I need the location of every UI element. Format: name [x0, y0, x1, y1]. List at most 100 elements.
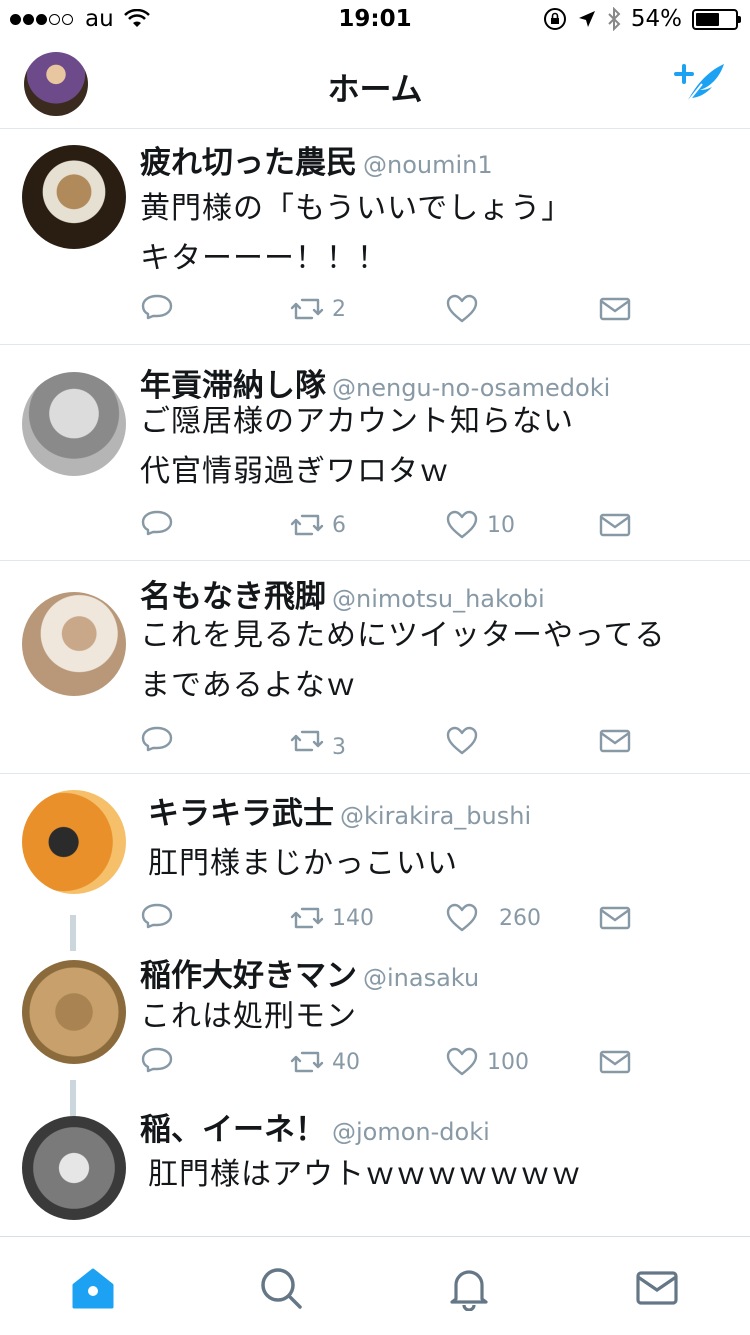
user-name[interactable]: 疲れ切った農民	[140, 145, 357, 181]
user-handle[interactable]: @noumin1	[363, 151, 493, 179]
retweet-icon	[290, 514, 324, 536]
heart-icon	[446, 726, 478, 755]
user-handle[interactable]: @nimotsu_hakobi	[332, 585, 545, 613]
reply-icon	[141, 726, 173, 752]
tweet-text: これは処刑モン	[140, 992, 357, 1042]
battery-icon	[692, 8, 741, 30]
avatar[interactable]	[22, 1116, 126, 1220]
avatar[interactable]	[22, 592, 126, 696]
tweet[interactable]: 疲れ切った農民 @noumin1 黄門様の「もういいでしょう」 キターーー！！！ …	[0, 129, 750, 345]
tweet[interactable]: キラキラ武士 @kirakira_bushi 肛門様まじかっこいい 140 260	[0, 774, 750, 949]
tweet-header: 稲作大好きマン @inasaku	[140, 950, 479, 995]
avatar[interactable]	[22, 790, 126, 894]
reply-button[interactable]	[140, 289, 174, 329]
home-icon[interactable]	[70, 1265, 116, 1311]
tweet-text-line: 肛門様はアウトｗｗｗｗｗｗｗ	[148, 1157, 582, 1192]
tweet[interactable]: 名もなき飛脚 @nimotsu_hakobi これを見るためにツイッターやってる …	[0, 561, 750, 774]
envelope-icon	[599, 1050, 631, 1074]
like-button[interactable]: 100	[445, 1042, 529, 1082]
retweet-count: 3	[332, 734, 346, 760]
user-handle[interactable]: @jomon-doki	[332, 1118, 490, 1146]
messages-icon[interactable]	[634, 1265, 680, 1311]
like-button[interactable]	[445, 289, 487, 329]
page-title: ホーム	[327, 70, 423, 108]
tweet-text-line: これは処刑モン	[140, 999, 357, 1034]
orientation-lock-icon	[543, 8, 566, 30]
tweet-text-line: ご隠居様のアカウント知らない	[140, 404, 574, 439]
tweet-actions: 40 100	[140, 1042, 640, 1082]
direct-message-button[interactable]	[598, 1042, 632, 1082]
tweet[interactable]: 稲作大好きマン @inasaku これは処刑モン 40 100	[0, 950, 750, 1100]
reply-icon	[141, 903, 173, 929]
like-count: 10	[487, 512, 515, 538]
tweet-text: 黄門様の「もういいでしょう」 キターーー！！！	[140, 184, 572, 284]
retweet-count: 2	[332, 296, 346, 322]
heart-icon	[446, 294, 478, 323]
direct-message-button[interactable]	[598, 721, 632, 761]
tweet[interactable]: 稲、イーネ！ @jomon-doki 肛門様はアウトｗｗｗｗｗｗｗ	[0, 1100, 750, 1235]
reply-icon	[141, 1047, 173, 1073]
tweet-text: 肛門様まじかっこいい	[148, 839, 458, 889]
retweet-button[interactable]: 40	[290, 1042, 360, 1082]
tweet-text-line: まであるよなｗ	[140, 668, 357, 703]
user-name[interactable]: 名もなき飛脚	[140, 579, 326, 615]
user-name[interactable]: キラキラ武士	[148, 796, 334, 832]
envelope-icon	[599, 729, 631, 753]
retweet-button[interactable]: 2	[290, 289, 346, 329]
compose-tweet-icon[interactable]	[672, 60, 728, 108]
tweet-text: ご隠居様のアカウント知らない 代官情弱過ぎワロタｗ	[140, 397, 574, 497]
heart-icon	[446, 510, 478, 539]
direct-message-button[interactable]	[598, 289, 632, 329]
tweet-actions: 6 10	[140, 505, 640, 545]
tweet[interactable]: 年貢滞納し隊 @nengu-no-osamedoki ご隠居様のアカウント知らない…	[0, 345, 750, 561]
tweet-header: キラキラ武士 @kirakira_bushi	[148, 788, 531, 833]
user-name[interactable]: 稲、イーネ！	[140, 1112, 326, 1148]
bluetooth-icon	[608, 7, 621, 31]
heart-icon	[446, 1047, 478, 1076]
direct-message-button[interactable]	[598, 505, 632, 545]
avatar[interactable]	[22, 960, 126, 1064]
tweet-text-line: 黄門様の「もういいでしょう」	[140, 191, 573, 226]
avatar[interactable]	[22, 372, 126, 476]
like-button[interactable]	[445, 721, 487, 761]
retweet-button[interactable]: 3	[290, 721, 346, 761]
search-icon[interactable]	[258, 1265, 304, 1311]
reply-button[interactable]	[140, 1042, 174, 1082]
tweet-actions: 3	[140, 721, 640, 761]
direct-message-button[interactable]	[598, 898, 632, 938]
reply-icon	[141, 294, 173, 320]
retweet-button[interactable]: 140	[290, 898, 374, 938]
envelope-icon	[599, 906, 631, 930]
retweet-count: 140	[332, 905, 374, 931]
top-nav-bar: ホーム	[0, 40, 750, 129]
tweet-text-line: 代官情弱過ぎワロタｗ	[140, 454, 450, 489]
avatar[interactable]	[22, 145, 126, 249]
location-icon	[578, 11, 595, 27]
reply-button[interactable]	[140, 898, 174, 938]
retweet-icon	[290, 298, 324, 320]
like-button[interactable]: 260	[445, 898, 541, 938]
retweet-icon	[290, 730, 324, 752]
envelope-icon	[599, 297, 631, 321]
status-bar: au 19:01 54%	[0, 0, 750, 40]
user-handle[interactable]: @kirakira_bushi	[340, 802, 531, 830]
retweet-icon	[290, 907, 324, 929]
like-button[interactable]: 10	[445, 505, 515, 545]
tweet-text: 肛門様はアウトｗｗｗｗｗｗｗ	[148, 1150, 582, 1200]
notifications-icon[interactable]	[446, 1265, 492, 1311]
reply-button[interactable]	[140, 721, 174, 761]
tweet-text: これを見るためにツイッターやってる まであるよなｗ	[140, 611, 666, 711]
tweet-text-line: 肛門様まじかっこいい	[148, 846, 458, 881]
heart-icon	[446, 903, 478, 932]
retweet-icon	[290, 1051, 324, 1073]
reply-button[interactable]	[140, 505, 174, 545]
retweet-button[interactable]: 6	[290, 505, 346, 545]
retweet-count: 6	[332, 512, 346, 538]
like-count: 260	[499, 905, 541, 931]
reply-icon	[141, 510, 173, 536]
bottom-tab-bar	[0, 1236, 750, 1335]
user-handle[interactable]: @inasaku	[363, 964, 479, 992]
like-count: 100	[487, 1049, 529, 1075]
retweet-count: 40	[332, 1049, 360, 1075]
user-name[interactable]: 稲作大好きマン	[140, 958, 357, 994]
